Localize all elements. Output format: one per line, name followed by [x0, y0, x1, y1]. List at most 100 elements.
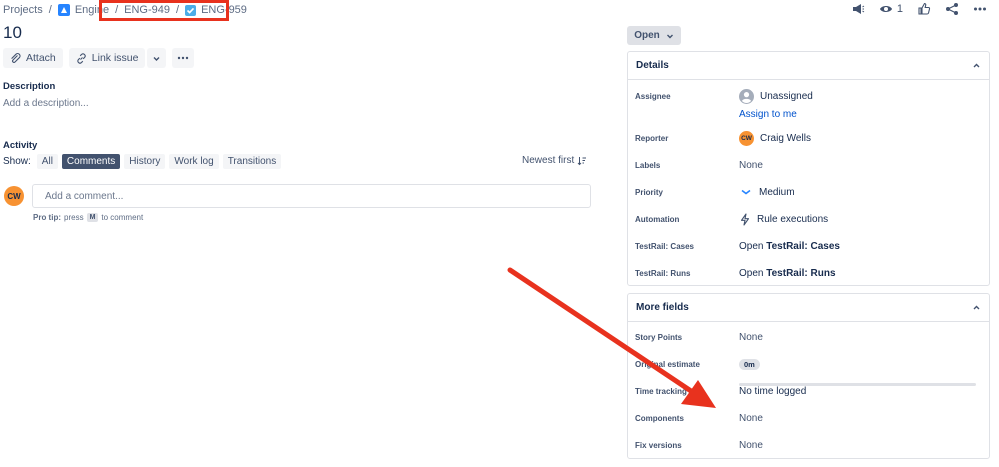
time-tracking-text: No time logged [739, 386, 807, 397]
share-icon [946, 3, 958, 15]
chevron-down-icon [153, 56, 160, 61]
filter-all[interactable]: All [36, 154, 58, 169]
chevron-up-icon [973, 305, 980, 310]
field-label: Components [635, 413, 684, 423]
status-label: Open [634, 30, 660, 41]
more-actions-button[interactable] [973, 2, 987, 16]
keyboard-shortcut: M [86, 213, 99, 222]
field-label: Priority [635, 187, 664, 197]
paperclip-icon [11, 52, 21, 63]
automation-row: Automation Rule executions [628, 209, 989, 229]
fix-versions-text: None [739, 439, 763, 451]
pro-tip-label: Pro tip: [33, 213, 61, 222]
sort-order-button[interactable]: Newest first [522, 155, 587, 166]
time-tracking-row: Time tracking No time logged [628, 381, 989, 401]
watch-button[interactable]: 1 [879, 2, 903, 16]
user-avatar-icon [739, 88, 754, 104]
vote-button[interactable] [917, 2, 931, 16]
components-row: Components None [628, 408, 989, 428]
story-points-row: Story Points None [628, 327, 989, 347]
attach-button[interactable]: Attach [3, 48, 63, 68]
description-input[interactable]: Add a description... [3, 98, 89, 109]
breadcrumb-projects[interactable]: Projects [3, 4, 43, 16]
link-issue-button[interactable]: Link issue [68, 48, 146, 68]
lightning-bolt-icon [740, 212, 750, 226]
chevron-down-icon [666, 34, 673, 38]
details-heading: Details [636, 60, 669, 71]
filter-comments[interactable]: Comments [61, 154, 121, 169]
comment-input[interactable]: Add a comment... [32, 184, 591, 208]
open-prefix: Open [739, 267, 764, 279]
link-issue-dropdown-button[interactable] [147, 48, 167, 68]
assignee-name: Unassigned [760, 90, 813, 102]
field-label: Assignee [635, 91, 671, 101]
activity-filter-bar: Show: All Comments History Work log Tran… [3, 154, 282, 169]
pro-tip-rest: to comment [101, 213, 144, 222]
share-button[interactable] [945, 2, 959, 16]
assignee-value[interactable]: Unassigned [739, 88, 813, 104]
automation-text: Rule executions [757, 213, 829, 225]
thumbs-up-icon [918, 2, 931, 15]
priority-value[interactable]: Medium [739, 187, 795, 198]
field-label: Story Points [635, 332, 683, 342]
priority-row: Priority Medium [628, 182, 989, 202]
field-label: Original estimate [635, 359, 700, 369]
testrail-runs-value[interactable]: Open TestRail: Runs [739, 268, 836, 279]
components-value[interactable]: None [739, 413, 763, 424]
more-fields-panel: More fields Story Points None Original e… [627, 293, 990, 459]
field-label: TestRail: Runs [635, 268, 691, 278]
filter-transitions[interactable]: Transitions [222, 154, 282, 169]
automation-value[interactable]: Rule executions [739, 212, 829, 226]
field-label: Automation [635, 214, 680, 224]
assignee-row: Assignee Unassigned [628, 86, 989, 106]
details-panel: Details Assignee Unassigned Assign to me… [627, 51, 990, 286]
fix-versions-value[interactable]: None [739, 440, 763, 451]
issue-toolbar: Attach Link issue [3, 48, 195, 68]
time-tracking-value[interactable]: No time logged [739, 386, 806, 397]
link-issue-label: Link issue [91, 52, 139, 64]
more-fields-header[interactable]: More fields [628, 294, 989, 322]
field-label: Reporter [635, 133, 669, 143]
priority-name: Medium [759, 186, 795, 198]
link-issue-group: Link issue [68, 48, 167, 68]
field-label: Fix versions [635, 440, 682, 450]
original-estimate-value[interactable]: 0m [739, 358, 760, 370]
field-label: Time tracking [635, 386, 687, 396]
testrail-cases-link[interactable]: TestRail: Cases [766, 241, 840, 252]
feedback-button[interactable] [851, 2, 865, 16]
more-toolbar-button[interactable] [172, 48, 195, 68]
labels-row: Labels None [628, 155, 989, 175]
field-label: Labels [635, 160, 661, 170]
issue-actions: 1 [851, 1, 987, 17]
eye-icon [879, 6, 892, 12]
testrail-runs-link[interactable]: TestRail: Runs [766, 268, 835, 279]
details-header[interactable]: Details [628, 52, 989, 80]
filter-history[interactable]: History [124, 154, 166, 169]
testrail-cases-row: TestRail: Cases Open TestRail: Cases [628, 236, 989, 256]
reporter-name: Craig Wells [760, 132, 811, 144]
labels-value-text: None [739, 159, 763, 171]
labels-value[interactable]: None [739, 160, 763, 171]
reporter-row: Reporter CW Craig Wells [628, 128, 989, 148]
reporter-value[interactable]: CW Craig Wells [739, 130, 811, 146]
components-text: None [739, 412, 763, 424]
story-points-value[interactable]: None [739, 332, 763, 343]
show-label: Show: [3, 156, 31, 167]
status-button[interactable]: Open [627, 26, 681, 45]
watch-count: 1 [896, 3, 903, 15]
more-fields-heading: More fields [636, 302, 689, 313]
issue-title[interactable]: 10 [3, 23, 22, 43]
original-estimate-row: Original estimate 0m [628, 354, 989, 374]
estimate-badge: 0m [739, 358, 760, 370]
open-prefix: Open [739, 240, 764, 252]
megaphone-icon [852, 4, 865, 14]
testrail-runs-row: TestRail: Runs Open TestRail: Runs [628, 263, 989, 283]
priority-medium-icon [741, 189, 751, 195]
testrail-cases-value[interactable]: Open TestRail: Cases [739, 241, 840, 252]
breadcrumb-separator: / [48, 4, 52, 16]
fix-versions-row: Fix versions None [628, 435, 989, 455]
annotation-highlight-box [99, 0, 229, 21]
more-icon [974, 7, 986, 11]
filter-work-log[interactable]: Work log [169, 154, 219, 169]
assign-to-me-link[interactable]: Assign to me [739, 109, 797, 120]
